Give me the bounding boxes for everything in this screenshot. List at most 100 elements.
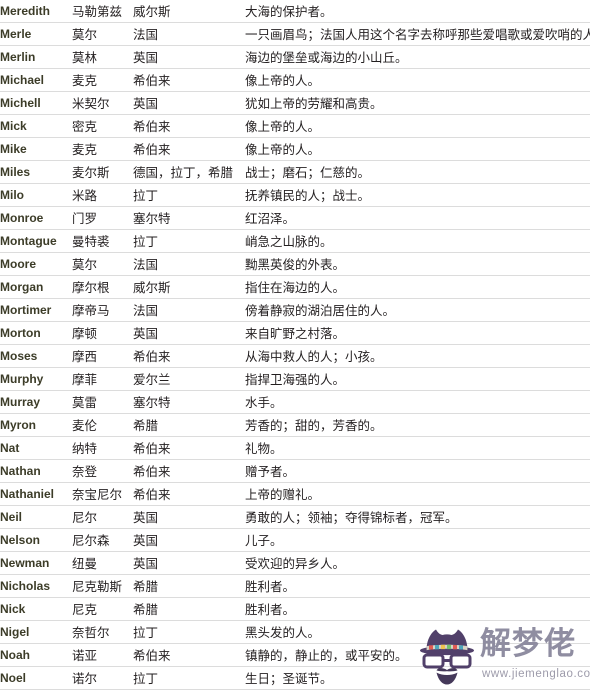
cell-name-meaning: 勇敢的人；领袖；夺得锦标者，冠军。 [245, 505, 590, 529]
cell-english-name: Mortimer [0, 298, 72, 322]
cell-name-meaning: 战士；磨石；仁慈的。 [245, 160, 590, 184]
cell-chinese-name: 尼克勒斯 [72, 574, 133, 598]
cell-name-origin: 希伯来 [133, 114, 245, 138]
cell-name-origin: 拉丁 [133, 666, 245, 690]
cell-name-origin: 希腊 [133, 597, 245, 621]
cell-chinese-name: 诺亚 [72, 643, 133, 667]
cell-chinese-name: 密克 [72, 114, 133, 138]
english-name-meaning-table: Meredith 马勒第兹 威尔斯 大海的保护者。 Merle 莫尔 法国 一只画眉鸟；法国人… [0, 0, 590, 690]
table-row: Michael 麦克 希伯来 像上帝的人。 [0, 68, 590, 92]
cell-name-meaning: 镇静的，静止的，或平安的。 [245, 643, 590, 667]
table-body: Meredith 马勒第兹 威尔斯 大海的保护者。 Merle 莫尔 法国 一只画眉鸟；法国人… [0, 0, 590, 690]
table-row: Murphy 摩菲 爱尔兰 指捍卫海强的人。 [0, 367, 590, 391]
cell-chinese-name: 摩西 [72, 344, 133, 368]
cell-chinese-name: 诺尔 [72, 666, 133, 690]
cell-name-meaning: 红沼泽。 [245, 206, 590, 230]
cell-chinese-name: 麦克 [72, 137, 133, 161]
table-row: Nelson 尼尔森 英国 儿子。 [0, 528, 590, 552]
cell-chinese-name: 麦尔斯 [72, 160, 133, 184]
cell-name-meaning: 黑头发的人。 [245, 620, 590, 644]
table-row: Morgan 摩尔根 威尔斯 指住在海边的人。 [0, 275, 590, 299]
table-row: Monroe 门罗 塞尔特 红沼泽。 [0, 206, 590, 230]
cell-name-meaning: 礼物。 [245, 436, 590, 460]
cell-chinese-name: 奈宝尼尔 [72, 482, 133, 506]
cell-english-name: Milo [0, 183, 72, 207]
cell-english-name: Moses [0, 344, 72, 368]
cell-chinese-name: 马勒第兹 [72, 0, 133, 23]
cell-english-name: Myron [0, 413, 72, 437]
table-row: Mortimer 摩帝马 法国 傍着静寂的湖泊居住的人。 [0, 298, 590, 322]
cell-english-name: Murray [0, 390, 72, 414]
cell-chinese-name: 莫尔 [72, 22, 133, 46]
table-row: Mick 密克 希伯来 像上帝的人。 [0, 114, 590, 138]
cell-english-name: Noah [0, 643, 72, 667]
cell-english-name: Nelson [0, 528, 72, 552]
table-row: Nathaniel 奈宝尼尔 希伯来 上帝的赠礼。 [0, 482, 590, 506]
cell-name-meaning: 水手。 [245, 390, 590, 414]
cell-name-origin: 英国 [133, 321, 245, 345]
cell-name-origin: 希伯来 [133, 344, 245, 368]
cell-name-origin: 威尔斯 [133, 275, 245, 299]
cell-name-origin: 塞尔特 [133, 390, 245, 414]
table-row: Nick 尼克 希腊 胜利者。 [0, 597, 590, 621]
cell-chinese-name: 莫雷 [72, 390, 133, 414]
cell-english-name: Montague [0, 229, 72, 253]
table-row: Mike 麦克 希伯来 像上帝的人。 [0, 137, 590, 161]
cell-chinese-name: 摩尔根 [72, 275, 133, 299]
cell-name-origin: 拉丁 [133, 229, 245, 253]
cell-english-name: Mick [0, 114, 72, 138]
cell-name-meaning: 芳香的；甜的，芳香的。 [245, 413, 590, 437]
cell-chinese-name: 麦伦 [72, 413, 133, 437]
cell-english-name: Nigel [0, 620, 72, 644]
table-row: Michell 米契尔 英国 犹如上帝的劳耀和高贵。 [0, 91, 590, 115]
cell-name-origin: 法国 [133, 298, 245, 322]
cell-chinese-name: 尼尔 [72, 505, 133, 529]
cell-name-origin: 法国 [133, 22, 245, 46]
cell-name-origin: 法国 [133, 252, 245, 276]
cell-chinese-name: 门罗 [72, 206, 133, 230]
table-row: Morton 摩顿 英国 来自旷野之村落。 [0, 321, 590, 345]
cell-name-origin: 英国 [133, 528, 245, 552]
cell-chinese-name: 米路 [72, 183, 133, 207]
cell-chinese-name: 纽曼 [72, 551, 133, 575]
cell-name-meaning: 峭急之山脉的。 [245, 229, 590, 253]
cell-name-meaning: 胜利者。 [245, 597, 590, 621]
cell-english-name: Nick [0, 597, 72, 621]
cell-name-origin: 希伯来 [133, 482, 245, 506]
cell-chinese-name: 莫林 [72, 45, 133, 69]
cell-name-origin: 拉丁 [133, 183, 245, 207]
cell-chinese-name: 麦克 [72, 68, 133, 92]
cell-english-name: Miles [0, 160, 72, 184]
cell-chinese-name: 尼尔森 [72, 528, 133, 552]
cell-english-name: Nathan [0, 459, 72, 483]
cell-name-origin: 希伯来 [133, 436, 245, 460]
table-row: Miles 麦尔斯 德国，拉丁，希腊 战士；磨石；仁慈的。 [0, 160, 590, 184]
cell-name-origin: 英国 [133, 45, 245, 69]
cell-name-meaning: 大海的保护者。 [245, 0, 590, 23]
cell-name-origin: 希腊 [133, 574, 245, 598]
table-row: Merle 莫尔 法国 一只画眉鸟；法国人用这个名字去称呼那些爱唱歌或爱吹哨的人 [0, 22, 590, 46]
cell-chinese-name: 奈哲尔 [72, 620, 133, 644]
cell-name-origin: 德国，拉丁，希腊 [133, 160, 245, 184]
cell-chinese-name: 曼特裘 [72, 229, 133, 253]
cell-name-meaning: 胜利者。 [245, 574, 590, 598]
cell-name-meaning: 赠予者。 [245, 459, 590, 483]
table-row: Milo 米路 拉丁 抚养镇民的人；战士。 [0, 183, 590, 207]
table-row: Meredith 马勒第兹 威尔斯 大海的保护者。 [0, 0, 590, 23]
cell-name-meaning: 犹如上帝的劳耀和高贵。 [245, 91, 590, 115]
cell-english-name: Moore [0, 252, 72, 276]
cell-english-name: Mike [0, 137, 72, 161]
cell-name-meaning: 像上帝的人。 [245, 114, 590, 138]
cell-name-origin: 塞尔特 [133, 206, 245, 230]
cell-english-name: Nicholas [0, 574, 72, 598]
table-row: Montague 曼特裘 拉丁 峭急之山脉的。 [0, 229, 590, 253]
cell-name-meaning: 受欢迎的异乡人。 [245, 551, 590, 575]
table-row: Nigel 奈哲尔 拉丁 黑头发的人。 [0, 620, 590, 644]
cell-name-meaning: 黝黑英俊的外表。 [245, 252, 590, 276]
cell-name-meaning: 像上帝的人。 [245, 68, 590, 92]
cell-name-meaning: 从海中救人的人；小孩。 [245, 344, 590, 368]
cell-name-meaning: 儿子。 [245, 528, 590, 552]
cell-name-origin: 威尔斯 [133, 0, 245, 23]
cell-english-name: Murphy [0, 367, 72, 391]
cell-name-origin: 希伯来 [133, 643, 245, 667]
